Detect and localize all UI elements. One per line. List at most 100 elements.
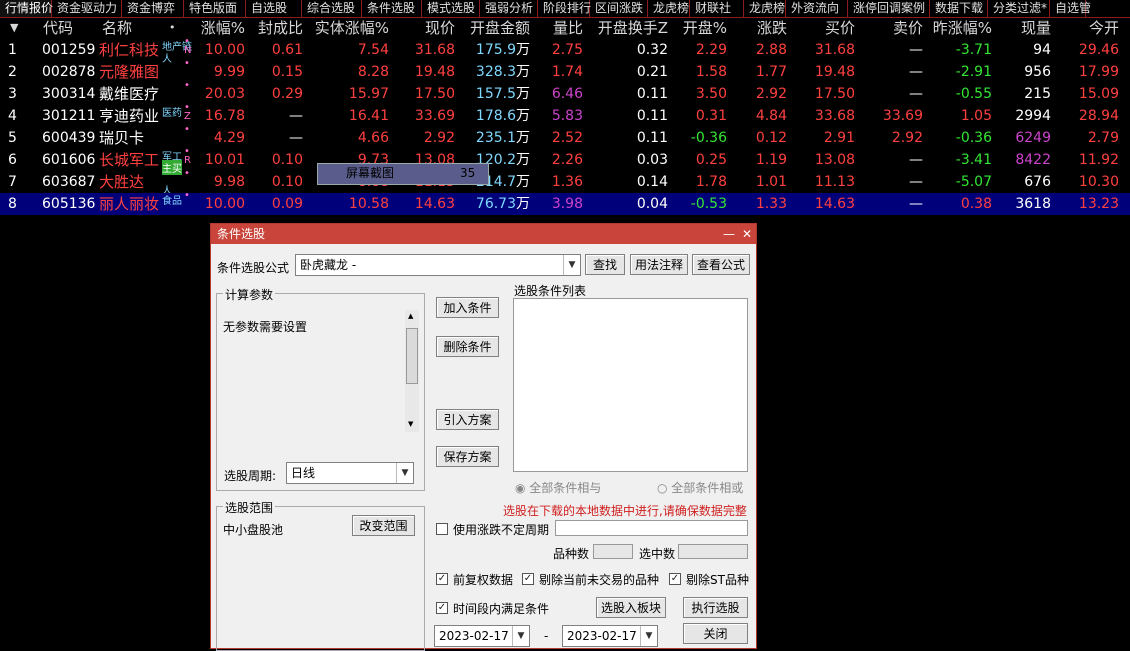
col-pct[interactable]: 涨幅% [190, 18, 245, 38]
col-open[interactable]: 今开 [1065, 18, 1119, 38]
tab-3[interactable]: 特色版面 [184, 0, 246, 17]
pct-change: 4.29 [213, 130, 245, 146]
col-ask[interactable]: 卖价 [870, 18, 923, 38]
indefinite-period-label: 使用涨跌不定周期 [453, 523, 550, 537]
table-row[interactable]: 7603687大胜达9.980.108.8811.131.360.141.781… [0, 168, 1130, 197]
exclude-st-checkbox[interactable]: ✓ [669, 573, 681, 585]
col-body-pct[interactable]: 实体涨幅% [305, 18, 389, 38]
chevron-down-icon[interactable]: ▼ [512, 626, 529, 646]
col-change[interactable]: 涨跌 [737, 18, 787, 38]
col-seal[interactable]: 封成比 [250, 18, 303, 38]
tab-8[interactable]: 强弱分析 [480, 0, 538, 17]
col-name[interactable]: 名称 [102, 18, 132, 38]
tab-7[interactable]: 模式选股 [422, 0, 480, 17]
condition-list[interactable] [513, 298, 748, 472]
usage-button[interactable]: 用法注释 [630, 254, 688, 275]
chevron-down-icon[interactable]: ▼ [396, 463, 413, 483]
radio-and[interactable]: ◉ 全部条件相与 [515, 479, 601, 496]
date-to-picker[interactable]: 2023-02-17 ▼ [562, 625, 658, 647]
close-x-icon[interactable]: ✕ [739, 224, 755, 244]
amount-unit: 万 [516, 130, 530, 146]
indefinite-period-input[interactable] [555, 520, 748, 536]
params-scrollbar[interactable]: ▲ ▼ [405, 310, 419, 432]
ask-price: — [909, 174, 923, 190]
price: 17.50 [414, 86, 455, 102]
tab-4[interactable]: 自选股 [246, 0, 302, 17]
stock-name: 大胜达 [99, 173, 145, 191]
period-select[interactable]: 日线 ▼ [286, 462, 414, 484]
tab-6[interactable]: 条件选股 [362, 0, 422, 17]
bid-price: 13.08 [814, 152, 855, 168]
col-open-amount[interactable]: 开盘金额 [460, 18, 530, 38]
col-volume-ratio[interactable]: 量比 [535, 18, 583, 38]
col-price[interactable]: 现价 [400, 18, 455, 38]
tab-18[interactable]: 自选管 [1050, 0, 1091, 17]
change: 2.88 [755, 42, 787, 58]
exclude-notrade-checkbox[interactable]: ✓ [522, 573, 534, 585]
table-row[interactable]: 3 300314 戴维医疗 20.03 0.29 15.97 17.50 6.46 0.11 3.… [0, 80, 1130, 105]
chevron-down-icon[interactable]: ▼ [640, 626, 657, 646]
tab-14[interactable]: 外资流向 [786, 0, 848, 17]
table-row[interactable]: 4 301211 亨迪药业 16.78 — 16.41 33.69 5.83 0.11 0.31 4… [0, 102, 1130, 127]
col-open-pct[interactable]: 开盘% [675, 18, 727, 38]
col-prev-pct[interactable]: 昨涨幅% [925, 18, 992, 38]
table-row[interactable]: 6 601606 长城军工 10.01 0.10 9.73 13.08 2.26 0.03 0.2… [0, 146, 1130, 175]
formula-select[interactable]: 卧虎藏龙 - ▼ [295, 254, 581, 276]
sort-arrow-icon[interactable]: ▼ [10, 18, 18, 38]
table-row[interactable]: 5 600439 瑞贝卡 4.29 — 4.66 2.92 2.52 0.11 -0.36 0.12… [0, 124, 1130, 149]
minimize-button[interactable]: — [721, 224, 737, 244]
price: 19.48 [414, 64, 455, 80]
run-select-button[interactable]: 执行选股 [683, 597, 748, 618]
view-formula-button[interactable]: 查看公式 [692, 254, 750, 275]
pct-change: 10.00 [204, 196, 245, 212]
tab-0[interactable]: 行情报价 [0, 0, 53, 17]
volume: 94 [1033, 42, 1051, 58]
tab-9[interactable]: 阶段排行 [538, 0, 591, 17]
ask-price: — [909, 64, 923, 80]
col-volume[interactable]: 现量 [1005, 18, 1051, 38]
table-row[interactable]: 2 002878 元隆雅图 9.99 0.15 8.28 19.48 1.74 0.21 1.58… [0, 58, 1130, 83]
scroll-down-icon[interactable]: ▼ [408, 420, 413, 428]
table-row[interactable]: 1 001259 利仁科技 10.00 0.61 7.54 31.68 2.75 0.32 2.2… [0, 36, 1130, 65]
fq-checkbox[interactable]: ✓ [436, 573, 448, 585]
tab-13[interactable]: 龙虎榜 [744, 0, 786, 17]
open-pct: -0.53 [690, 196, 727, 212]
date-separator: - [544, 629, 549, 643]
date-from-picker[interactable]: 2023-02-17 ▼ [434, 625, 530, 647]
change: 1.33 [755, 196, 787, 212]
close-button[interactable]: 关闭 [683, 623, 748, 644]
add-to-block-button[interactable]: 选股入板块 [596, 597, 666, 618]
tab-17[interactable]: 分类过滤* [988, 0, 1050, 17]
tab-12[interactable]: 财联社 [690, 0, 744, 17]
tab-10[interactable]: 区间涨跌 [590, 0, 648, 17]
tab-11[interactable]: 龙虎榜 [648, 0, 690, 17]
tab-5[interactable]: 综合选股 [302, 0, 362, 17]
radio-or[interactable]: ○ 全部条件相或 [657, 479, 743, 496]
table-header: ▼ 代码 名称 • 涨幅% 封成比 实体涨幅% 现价 开盘金额 量比 开盘换手Z… [0, 18, 1130, 38]
scroll-up-icon[interactable]: ▲ [408, 312, 413, 320]
tab-1[interactable]: 资金驱动力 [52, 0, 122, 17]
scroll-thumb[interactable] [406, 328, 418, 384]
ask-price: 2.92 [891, 130, 923, 146]
change-range-button[interactable]: 改变范围 [352, 515, 415, 536]
col-code[interactable]: 代码 [43, 18, 73, 38]
tab-16[interactable]: 数据下载 [930, 0, 988, 17]
import-scheme-button[interactable]: 引入方案 [436, 409, 499, 430]
open-turnover: 0.21 [636, 64, 668, 80]
find-button[interactable]: 查找 [585, 254, 625, 275]
period-satisfy-checkbox[interactable]: ✓ [436, 602, 448, 614]
indefinite-period-checkbox[interactable] [436, 523, 448, 535]
amount-unit: 万 [516, 108, 530, 124]
col-open-turnover[interactable]: 开盘换手Z [590, 18, 668, 38]
col-bid[interactable]: 买价 [800, 18, 855, 38]
save-scheme-button[interactable]: 保存方案 [436, 446, 499, 467]
chevron-down-icon[interactable]: ▼ [563, 255, 580, 275]
tab-2[interactable]: 资金博弈 [122, 0, 184, 17]
table-row[interactable]: 8 605136 丽人丽妆 10.00 0.09 10.58 14.63 3.98 0.04 -0… [0, 190, 1130, 215]
tab-15[interactable]: 涨停回调案例 [848, 0, 930, 17]
delete-condition-button[interactable]: 删除条件 [436, 336, 499, 357]
ask-price: — [909, 196, 923, 212]
stock-code: 605136 [42, 196, 96, 212]
add-condition-button[interactable]: 加入条件 [436, 297, 499, 318]
body-pct: 15.97 [348, 86, 389, 102]
